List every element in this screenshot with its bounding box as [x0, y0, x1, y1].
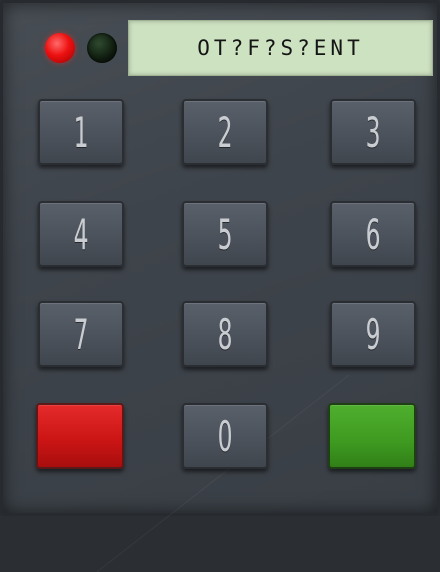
key-2-label: 2 [217, 107, 233, 157]
red-indicator-light [45, 33, 75, 63]
key-4-label: 4 [73, 209, 89, 259]
code-display-text: OT?F?S?ENT [197, 36, 364, 60]
key-1[interactable]: 1 [38, 99, 124, 165]
keypad-panel: OT?F?S?ENT 1 2 3 4 5 6 7 8 9 0 [0, 0, 440, 572]
key-3-label: 3 [365, 107, 381, 157]
key-9-label: 9 [365, 309, 381, 359]
key-8-label: 8 [217, 309, 233, 359]
key-0[interactable]: 0 [182, 403, 268, 469]
key-6[interactable]: 6 [330, 201, 416, 267]
key-6-label: 6 [365, 209, 381, 259]
key-4[interactable]: 4 [38, 201, 124, 267]
key-8[interactable]: 8 [182, 301, 268, 367]
key-7[interactable]: 7 [38, 301, 124, 367]
key-5[interactable]: 5 [182, 201, 268, 267]
key-7-label: 7 [73, 309, 89, 359]
key-3[interactable]: 3 [330, 99, 416, 165]
key-2[interactable]: 2 [182, 99, 268, 165]
key-9[interactable]: 9 [330, 301, 416, 367]
cancel-button[interactable] [36, 403, 124, 469]
code-display: OT?F?S?ENT [128, 20, 433, 76]
green-indicator-light [87, 33, 117, 63]
key-0-label: 0 [217, 411, 233, 461]
key-1-label: 1 [73, 107, 89, 157]
confirm-button[interactable] [328, 403, 416, 469]
key-5-label: 5 [217, 209, 233, 259]
